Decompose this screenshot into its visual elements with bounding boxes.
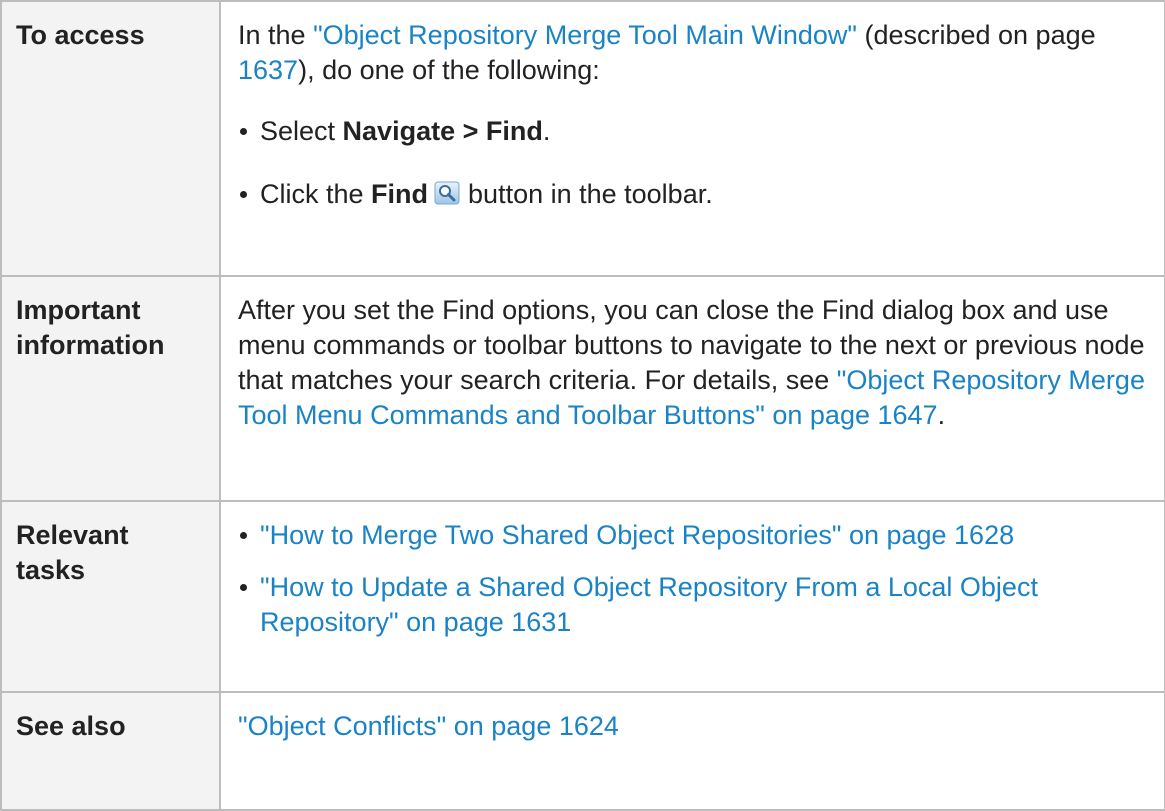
- access-options-list: Select Navigate > Find. Click the Find bu…: [238, 114, 1156, 212]
- bullet-prefix: Select: [260, 116, 343, 146]
- bullet-icon: [240, 584, 247, 591]
- magnifier-icon: [434, 181, 460, 205]
- bullet-icon: [240, 532, 247, 539]
- table-row-see-also: See also "Object Conflicts" on page 1624: [0, 691, 1165, 811]
- row-content-see-also: "Object Conflicts" on page 1624: [219, 691, 1165, 811]
- row-label-relevant-tasks: Relevant tasks: [0, 500, 221, 693]
- row-label-important-information: Important information: [0, 275, 221, 502]
- access-intro-mid: (described on page: [856, 20, 1096, 50]
- bullet-suffix: button in the toolbar.: [468, 179, 713, 209]
- access-intro-suffix: ), do one of the following:: [298, 55, 600, 85]
- label-line-1: Important: [16, 295, 141, 325]
- bullet-prefix: Click the: [260, 179, 372, 209]
- info-suffix: .: [937, 400, 946, 430]
- row-content-important-information: After you set the Find options, you can …: [219, 275, 1165, 502]
- table-row-relevant-tasks: Relevant tasks "How to Merge Two Shared O…: [0, 500, 1165, 693]
- page-1637-link[interactable]: 1637: [238, 55, 298, 85]
- list-item: Click the Find button in the toolbar.: [238, 177, 1156, 212]
- table-row-important-information: Important information After you set the F…: [0, 275, 1165, 502]
- row-label-to-access: To access: [0, 0, 221, 277]
- list-item: Select Navigate > Find.: [238, 114, 1156, 149]
- list-item: "How to Update a Shared Object Repositor…: [238, 570, 1156, 640]
- tasks-list: "How to Merge Two Shared Object Reposito…: [238, 518, 1156, 640]
- update-repository-link[interactable]: "How to Update a Shared Object Repositor…: [260, 572, 1038, 637]
- menu-path: Navigate > Find: [342, 116, 543, 146]
- row-content-relevant-tasks: "How to Merge Two Shared Object Reposito…: [219, 500, 1165, 693]
- bullet-icon: [240, 128, 247, 135]
- bullet-suffix: .: [542, 116, 551, 146]
- merge-repositories-link[interactable]: "How to Merge Two Shared Object Reposito…: [260, 520, 1014, 550]
- row-label-see-also: See also: [0, 691, 221, 811]
- reference-table: To access In the "Object Repository Merg…: [0, 0, 1165, 811]
- find-button-name: Find: [371, 179, 429, 209]
- bullet-icon: [240, 191, 247, 198]
- row-content-to-access: In the "Object Repository Merge Tool Mai…: [219, 0, 1165, 277]
- label-line-1: Relevant: [16, 520, 129, 550]
- main-window-link[interactable]: "Object Repository Merge Tool Main Windo…: [313, 20, 857, 50]
- table-row-to-access: To access In the "Object Repository Merg…: [0, 0, 1165, 277]
- object-conflicts-link[interactable]: "Object Conflicts" on page 1624: [238, 711, 619, 741]
- info-paragraph: After you set the Find options, you can …: [238, 293, 1156, 433]
- label-line-2: information: [16, 330, 165, 360]
- label-line-2: tasks: [16, 555, 86, 585]
- list-item: "How to Merge Two Shared Object Reposito…: [238, 518, 1156, 553]
- access-intro: In the "Object Repository Merge Tool Mai…: [238, 18, 1156, 88]
- access-intro-prefix: In the: [238, 20, 314, 50]
